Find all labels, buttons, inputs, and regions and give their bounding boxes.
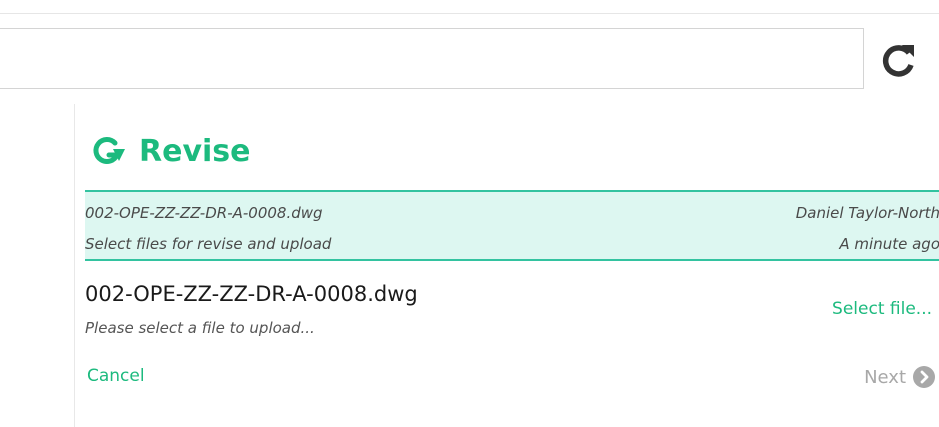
file-name: 002-OPE-ZZ-ZZ-DR-A-0008.dwg bbox=[85, 282, 418, 306]
info-file-name: 002-OPE-ZZ-ZZ-DR-A-0008.dwg bbox=[85, 204, 323, 222]
next-label: Next bbox=[864, 366, 906, 388]
file-info-band: 002-OPE-ZZ-ZZ-DR-A-0008.dwg Select files… bbox=[85, 190, 939, 261]
top-divider bbox=[0, 13, 939, 14]
chevron-right-circle-icon bbox=[913, 366, 935, 388]
search-input[interactable] bbox=[0, 28, 864, 89]
refresh-button[interactable] bbox=[872, 35, 924, 87]
dialog-header: Revise bbox=[91, 133, 251, 169]
revise-panel: Revise 002-OPE-ZZ-ZZ-DR-A-0008.dwg Selec… bbox=[74, 104, 939, 427]
revise-icon bbox=[93, 137, 125, 164]
info-time: A minute ago bbox=[839, 235, 939, 253]
dialog-title: Revise bbox=[139, 133, 251, 169]
cancel-link[interactable]: Cancel bbox=[87, 366, 145, 386]
refresh-icon bbox=[882, 45, 914, 77]
info-description: Select files for revise and upload bbox=[85, 235, 332, 253]
select-file-link[interactable]: Select file... bbox=[832, 299, 932, 319]
next-button[interactable]: Next bbox=[864, 364, 936, 390]
info-user: Daniel Taylor-North bbox=[795, 204, 939, 222]
file-hint: Please select a file to upload... bbox=[85, 319, 315, 337]
